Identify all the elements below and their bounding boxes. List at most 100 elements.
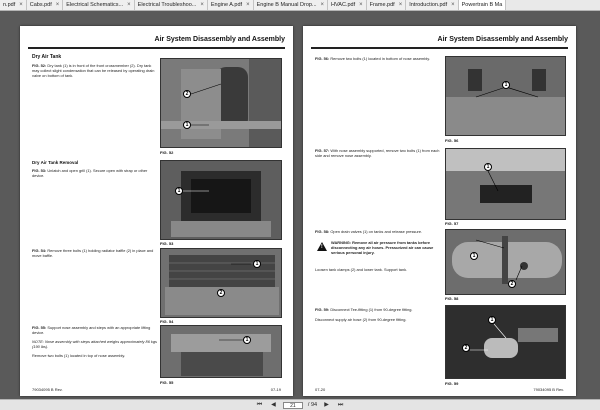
tab-powertrain-b[interactable]: Powertrain B Ma [458, 0, 507, 10]
fig53-drawing [161, 161, 281, 239]
document-viewer[interactable]: Air System Disassembly and Assembly Dry … [0, 11, 600, 399]
callout-1: 1 [175, 187, 183, 195]
tab-bar: n.pdf × Cabs.pdf × Electrical Schematics..… [0, 0, 600, 11]
page-header: Air System Disassembly and Assembly [437, 36, 568, 43]
close-icon[interactable]: × [321, 0, 325, 10]
fig58-text: FIG. 58: Open drain valves (1) on tanks … [315, 229, 440, 234]
tab-label: HVAC.pdf [331, 2, 356, 8]
fig58-drawing [446, 230, 565, 294]
header-rule [28, 47, 285, 49]
tab-label: Electrical Schematics... [66, 2, 124, 8]
tab-label: Electrical Troubleshoo... [137, 2, 197, 8]
first-page-icon[interactable]: ⏮ [255, 401, 264, 409]
callout-1: 1 [243, 336, 251, 344]
tab-frame[interactable]: Frame.pdf × [366, 0, 407, 10]
note-text: NOTE: Nose assembly with steps attached … [32, 339, 157, 349]
fig56-text: FIG. 56: Remove two bolts (1) located in… [315, 56, 440, 61]
callout-2: 2 [462, 344, 470, 352]
fig54-image: 1 2 [160, 248, 282, 318]
footer-page-number: 07-19 [270, 387, 281, 392]
close-icon[interactable]: × [246, 0, 250, 10]
section-title: Dry Air Tank [32, 54, 62, 60]
close-icon[interactable]: × [56, 0, 60, 10]
fig55-text: FIG. 55: Support nose assembly and steps… [32, 325, 157, 335]
tab-engine-b[interactable]: Engine B Manual Drop... × [253, 0, 329, 10]
fig54-text: FIG. 54: Remove three bolts (1) holding … [32, 248, 157, 258]
page-number-input[interactable]: 21 [282, 401, 303, 409]
body-text: Disconnect Tee-fitting (1) from 90-degre… [330, 307, 413, 312]
tab-label: Cabs.pdf [29, 2, 52, 8]
section-title: Dry Air Tank Removal [32, 160, 79, 165]
callout-1: 1 [502, 81, 510, 89]
body-text: Dry tank (1) is in front of the front cr… [32, 63, 155, 78]
tab-label: Frame.pdf [369, 2, 395, 8]
page-right: Air System Disassembly and Assembly FIG.… [303, 26, 576, 396]
fig-caption: FIG. 56 [445, 138, 459, 143]
fig55-drawing [161, 326, 281, 377]
fig52-text: FIG. 52: Dry tank (1) is in front of the… [32, 63, 157, 78]
fig59-text: FIG. 59: Disconnect Tee-fitting (1) from… [315, 307, 440, 312]
fig57-image: 1 [445, 148, 566, 220]
fig-ref: FIG. 58: [315, 229, 330, 234]
footer-page-number: 07-20 [315, 387, 326, 392]
footer-doc-number: 79034095 B Rev. [533, 387, 564, 392]
page-header: Air System Disassembly and Assembly [154, 36, 285, 43]
previous-page-icon[interactable]: ◀ [269, 401, 278, 409]
close-icon[interactable]: × [359, 0, 363, 10]
fig-caption: FIG. 57 [445, 221, 459, 226]
fig-caption: FIG. 59 [445, 381, 459, 386]
footer-doc-number: 79034095 B Rev. [32, 387, 63, 392]
callout-2: 2 [183, 90, 191, 98]
page-total: / 94 [307, 402, 318, 408]
warning-icon: ! [317, 242, 327, 251]
fig56-drawing [446, 57, 565, 135]
callout-1: 1 [488, 316, 496, 324]
close-icon[interactable]: × [451, 0, 455, 10]
fig59-image: 1 2 [445, 305, 566, 379]
warning-text: WARNING: Remove all air pressure from ta… [331, 240, 434, 255]
tab-hvac[interactable]: HVAC.pdf × [328, 0, 367, 10]
body-text: With nose assembly supported, remove two… [315, 148, 440, 158]
body-text: Unlatch and open grill (1). Secure open … [32, 168, 148, 178]
fig-caption: FIG. 53 [160, 241, 174, 246]
fig58-image: 1 2 [445, 229, 566, 295]
tab-cabs[interactable]: Cabs.pdf × [26, 0, 64, 10]
fig57-drawing [446, 149, 565, 219]
fig55-image: 1 [160, 325, 282, 378]
tab-engine-a[interactable]: Engine A.pdf × [207, 0, 254, 10]
tab-electrical-troubleshooting[interactable]: Electrical Troubleshoo... × [134, 0, 208, 10]
fig54-drawing [161, 249, 281, 317]
next-page-icon[interactable]: ▶ [322, 401, 331, 409]
callout-2: 2 [217, 289, 225, 297]
fig-caption: FIG. 58 [445, 296, 459, 301]
tab-label: Powertrain B Ma [461, 2, 503, 8]
close-icon[interactable]: × [399, 0, 403, 10]
page-navigation-bar: ⏮ ◀ 21 / 94 ▶ ⏭ [0, 399, 600, 410]
tab-label: n.pdf [3, 2, 16, 8]
header-rule [311, 47, 568, 49]
fig-caption: FIG. 55 [160, 380, 174, 385]
body-text: Open drain valves (1) on tanks and relea… [330, 229, 423, 234]
tab-label: Engine B Manual Drop... [256, 2, 317, 8]
close-icon[interactable]: × [19, 0, 23, 10]
fig59-drawing [446, 306, 565, 378]
fig52-image: 2 1 [160, 58, 282, 148]
fig-ref: FIG. 59: [315, 307, 330, 312]
body-text: Remove two bolts (1) located in bottom o… [330, 56, 430, 61]
callout-1: 1 [484, 163, 492, 171]
last-page-icon[interactable]: ⏭ [336, 401, 345, 409]
close-icon[interactable]: × [200, 0, 204, 10]
fig-ref: FIG. 56: [315, 56, 330, 61]
fig52-drawing [161, 59, 281, 147]
tab-n[interactable]: n.pdf × [0, 0, 27, 10]
close-icon[interactable]: × [127, 0, 131, 10]
fig-caption: FIG. 52 [160, 150, 174, 155]
fig57-text: FIG. 57: With nose assembly supported, r… [315, 148, 440, 158]
page-left: Air System Disassembly and Assembly Dry … [20, 26, 293, 396]
tab-electrical-schematics[interactable]: Electrical Schematics... × [63, 0, 135, 10]
tab-introduction[interactable]: Introduction.pdf × [406, 0, 459, 10]
callout-2: 2 [508, 280, 516, 288]
body-text: Remove three bolts (1) holding radiator … [32, 248, 154, 258]
fig-caption: FIG. 54 [160, 319, 174, 324]
callout-1: 1 [183, 121, 191, 129]
